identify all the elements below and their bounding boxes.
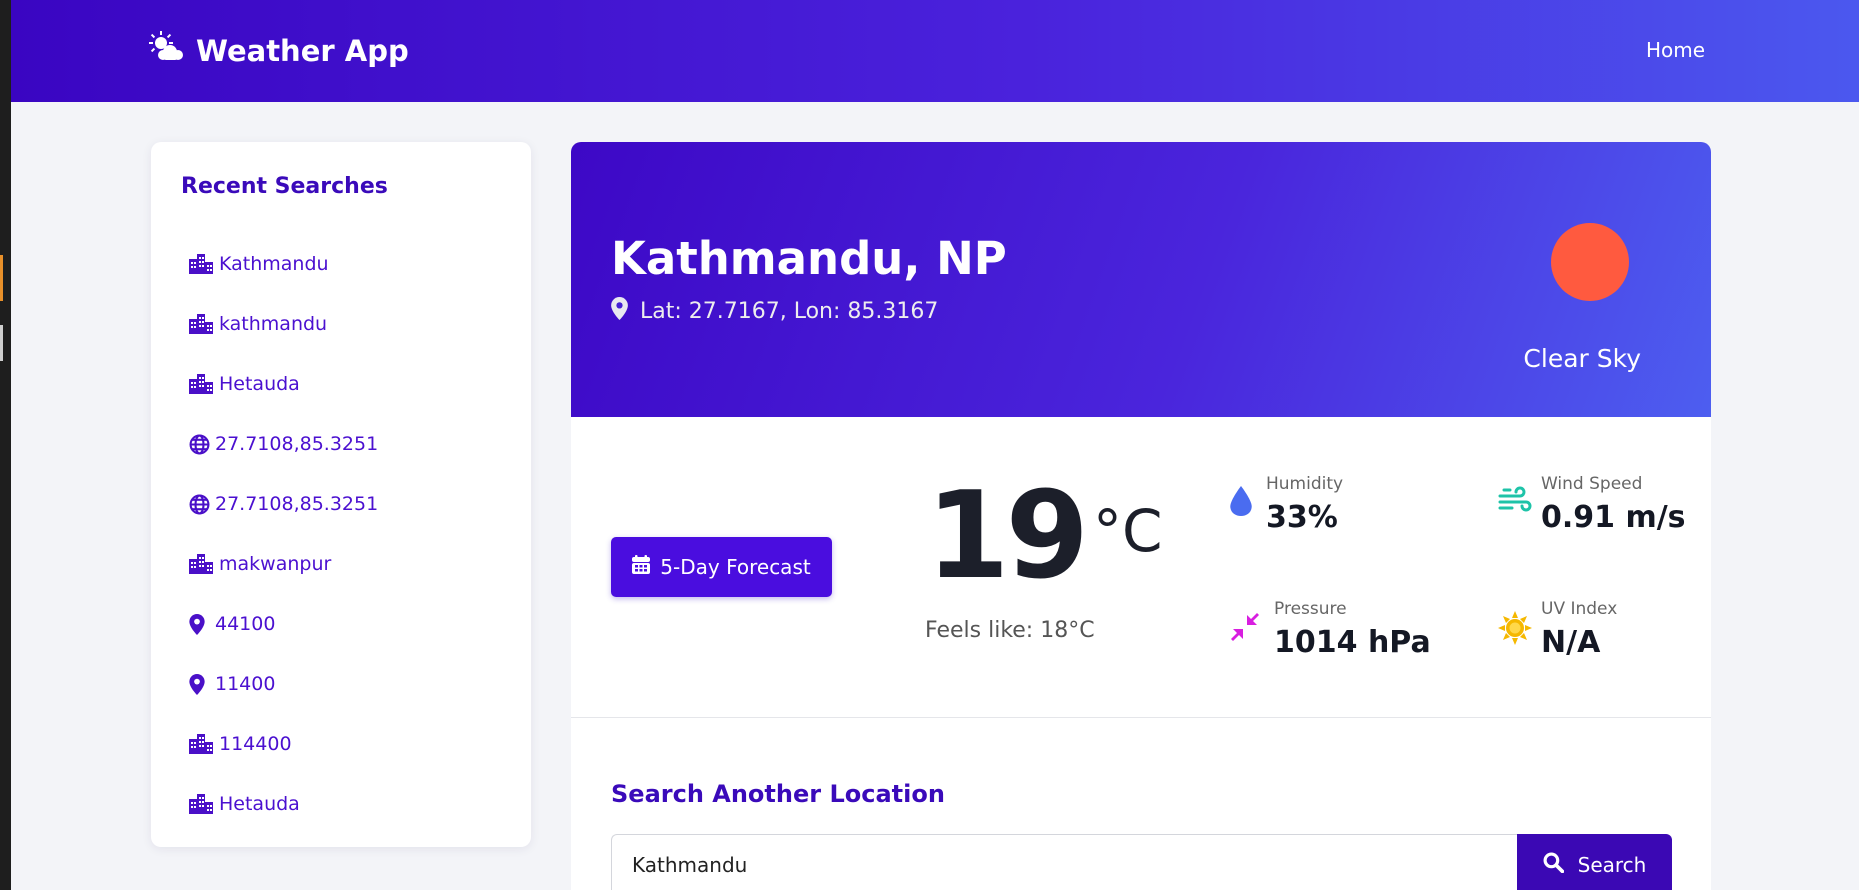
recent-search-label: 27.7108,85.3251 xyxy=(215,433,379,455)
location-search-input[interactable] xyxy=(611,834,1517,890)
brand[interactable]: Weather App xyxy=(148,31,409,70)
map-pin-icon xyxy=(189,673,215,695)
temperature-unit: °C xyxy=(1093,497,1163,565)
recent-search-label: Hetauda xyxy=(219,793,300,815)
uv-index-label: UV Index xyxy=(1541,599,1618,619)
recent-search-item[interactable]: 114400 xyxy=(189,714,378,774)
section-divider xyxy=(571,717,1711,718)
weather-condition-icon xyxy=(1551,223,1629,301)
nav-home-link[interactable]: Home xyxy=(1646,38,1705,62)
recent-search-item[interactable]: 27.7108,85.3251 xyxy=(189,474,378,534)
weather-condition: Clear Sky xyxy=(1523,344,1641,373)
coordinates-text: Lat: 27.7167, Lon: 85.3167 xyxy=(640,299,939,324)
recent-search-item[interactable]: Kathmandu xyxy=(189,234,378,294)
five-day-forecast-label: 5-Day Forecast xyxy=(660,555,811,579)
search-button[interactable]: Search xyxy=(1517,834,1672,890)
map-pin-icon xyxy=(189,613,215,635)
humidity-stat: Humidity 33% xyxy=(1216,474,1343,535)
pressure-value: 1014 hPa xyxy=(1274,625,1431,660)
city-icon xyxy=(189,374,219,394)
recent-searches-list: Kathmandu kathmandu Hetauda 27.7108,85.3… xyxy=(189,234,378,834)
navbar: Weather App Home xyxy=(11,0,1859,102)
recent-search-label: 44100 xyxy=(215,613,276,635)
recent-search-item[interactable]: 11400 xyxy=(189,654,378,714)
recent-searches-panel: Recent Searches Kathmandu kathmandu Heta… xyxy=(151,142,531,847)
recent-search-label: makwanpur xyxy=(219,553,332,575)
brand-title: Weather App xyxy=(196,33,409,68)
wind-speed-value: 0.91 m/s xyxy=(1541,500,1686,535)
calendar-icon xyxy=(632,555,660,579)
coordinates: Lat: 27.7167, Lon: 85.3167 xyxy=(611,297,938,326)
search-button-label: Search xyxy=(1577,853,1647,877)
temperature-display: 19 °C xyxy=(926,477,1163,597)
edge-marker xyxy=(0,325,3,361)
recent-search-label: Kathmandu xyxy=(219,253,329,275)
recent-search-item[interactable]: 27.7108,85.3251 xyxy=(189,414,378,474)
pressure-stat: Pressure 1014 hPa xyxy=(1216,599,1431,660)
search-icon xyxy=(1543,852,1578,878)
recent-search-item[interactable]: makwanpur xyxy=(189,534,378,594)
globe-icon xyxy=(189,494,215,515)
humidity-label: Humidity xyxy=(1266,474,1344,494)
humidity-value: 33% xyxy=(1266,500,1338,535)
feels-like: Feels like: 18°C xyxy=(925,618,1095,643)
weather-card: Kathmandu, NP Lat: 27.7167, Lon: 85.3167… xyxy=(571,142,1711,890)
temperature-value: 19 xyxy=(926,467,1089,606)
sun-icon xyxy=(1489,611,1541,645)
recent-search-label: 27.7108,85.3251 xyxy=(215,493,379,515)
city-name: Kathmandu, NP xyxy=(611,232,1007,285)
recent-search-label: Hetauda xyxy=(219,373,300,395)
uv-index-stat: UV Index N/A xyxy=(1489,599,1617,660)
city-icon xyxy=(189,254,219,274)
recent-search-item[interactable]: Hetauda xyxy=(189,774,378,834)
recent-search-label: 11400 xyxy=(215,673,276,695)
edge-marker xyxy=(0,255,3,301)
browser-viewport: Weather App Home Recent Searches Kathman… xyxy=(11,0,1859,890)
pressure-label: Pressure xyxy=(1274,599,1347,619)
recent-search-label: kathmandu xyxy=(219,313,328,335)
recent-search-item[interactable]: 44100 xyxy=(189,594,378,654)
globe-icon xyxy=(189,434,215,455)
city-icon xyxy=(189,734,219,754)
recent-search-item[interactable]: kathmandu xyxy=(189,294,378,354)
cloud-sun-icon xyxy=(148,31,196,70)
wind-icon xyxy=(1489,486,1541,514)
city-icon xyxy=(189,314,219,334)
city-icon xyxy=(189,554,219,574)
weather-hero: Kathmandu, NP Lat: 27.7167, Lon: 85.3167… xyxy=(571,142,1711,417)
wind-speed-stat: Wind Speed 0.91 m/s xyxy=(1489,474,1686,535)
five-day-forecast-button[interactable]: 5-Day Forecast xyxy=(611,537,832,597)
recent-search-label: 114400 xyxy=(219,733,292,755)
map-pin-icon xyxy=(611,297,640,326)
city-icon xyxy=(189,794,219,814)
water-drop-icon xyxy=(1216,486,1266,516)
compress-arrows-icon xyxy=(1216,611,1274,643)
search-section-title: Search Another Location xyxy=(611,780,945,808)
recent-search-item[interactable]: Hetauda xyxy=(189,354,378,414)
wind-speed-label: Wind Speed xyxy=(1541,474,1643,494)
uv-index-value: N/A xyxy=(1541,625,1601,660)
window-edge xyxy=(0,0,11,890)
sidebar-title: Recent Searches xyxy=(181,174,388,199)
